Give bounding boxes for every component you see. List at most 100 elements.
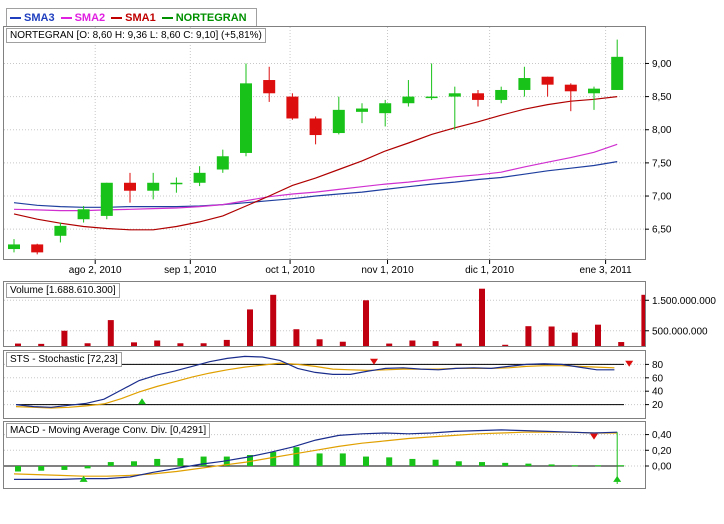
volume-bar bbox=[432, 341, 439, 346]
volume-panel: Volume [1.688.610.300] bbox=[3, 281, 646, 347]
candle-body bbox=[588, 88, 600, 94]
histogram-bar bbox=[15, 466, 21, 472]
macd-y-axis: 0,00 0,20 0,40 bbox=[645, 430, 672, 473]
candle-body bbox=[124, 182, 136, 191]
x-tick-label: nov 1, 2010 bbox=[361, 265, 414, 276]
candle-body bbox=[170, 182, 183, 185]
volume-bar bbox=[455, 343, 462, 346]
price-chart bbox=[4, 27, 645, 259]
histogram-bar bbox=[502, 462, 509, 466]
candle-body bbox=[356, 108, 368, 112]
signal-line bbox=[13, 431, 618, 477]
histogram-bar bbox=[525, 463, 532, 466]
volume-bar bbox=[15, 343, 21, 346]
y-tick-label: 8,00 bbox=[652, 125, 672, 136]
candle-body bbox=[8, 244, 20, 250]
volume-bar bbox=[525, 326, 532, 346]
candle-body bbox=[54, 225, 67, 236]
candle-body bbox=[518, 78, 531, 90]
candle-body bbox=[472, 93, 484, 100]
legend-swatch bbox=[60, 17, 72, 20]
candle-body bbox=[193, 172, 206, 183]
candle-body bbox=[147, 182, 160, 191]
histogram-bar bbox=[270, 451, 277, 466]
volume-bar bbox=[61, 330, 68, 346]
y-tick-label: 0,20 bbox=[652, 446, 672, 457]
legend-item: NORTEGRAN bbox=[161, 11, 247, 25]
legend-swatch bbox=[111, 17, 123, 20]
x-tick-label: oct 1, 2010 bbox=[265, 265, 315, 276]
macd-title: MACD - Moving Average Conv. Div. [0,4291… bbox=[6, 423, 211, 438]
histogram-bar bbox=[293, 447, 300, 466]
legend-item: SMA3 bbox=[10, 11, 55, 25]
histogram-bar bbox=[107, 462, 114, 466]
candle-body bbox=[448, 93, 461, 97]
candle-body bbox=[564, 84, 577, 92]
volume-title: Volume [1.688.610.300] bbox=[6, 283, 120, 298]
legend-label: SMA1 bbox=[125, 12, 156, 24]
histogram-bar bbox=[618, 465, 625, 467]
volume-bar bbox=[363, 300, 369, 346]
y-tick-label: 9,00 bbox=[652, 59, 672, 70]
y-tick-label: 40 bbox=[652, 387, 664, 398]
histogram-bar bbox=[38, 466, 45, 471]
price-panel: NORTEGRAN [O: 8,60 H: 9,36 L: 8,60 C: 9,… bbox=[3, 26, 646, 260]
y-tick-label: 60 bbox=[652, 373, 664, 384]
histogram-bar bbox=[548, 464, 555, 466]
candle-body bbox=[309, 118, 322, 136]
y-tick-label: 6,50 bbox=[652, 225, 672, 236]
volume-bar bbox=[247, 309, 253, 346]
histogram-bar bbox=[432, 459, 439, 466]
buy-signal-arrow bbox=[138, 398, 146, 405]
x-tick-label: sep 1, 2010 bbox=[164, 265, 217, 276]
histogram-bar bbox=[339, 453, 346, 466]
volume-bar bbox=[479, 288, 485, 346]
volume-bar bbox=[293, 329, 300, 346]
volume-bar bbox=[618, 342, 625, 346]
legend-swatch bbox=[161, 17, 173, 20]
date-axis: ago 2, 2010 sep 1, 2010 oct 1, 2010 nov 1, … bbox=[69, 260, 633, 276]
volume-bar bbox=[270, 294, 277, 346]
volume-bar bbox=[502, 344, 509, 346]
price-title: NORTEGRAN [O: 8,60 H: 9,36 L: 8,60 C: 9,… bbox=[6, 28, 266, 43]
volume-bar bbox=[386, 343, 393, 346]
candle-body bbox=[611, 56, 624, 90]
histogram-bar bbox=[363, 456, 369, 466]
stochastic-y-axis: 20 40 60 80 bbox=[645, 360, 664, 411]
sell-signal-arrow bbox=[625, 360, 634, 367]
legend-label: NORTEGRAN bbox=[175, 12, 247, 24]
volume-bar bbox=[200, 343, 207, 346]
candle-body bbox=[240, 83, 252, 153]
y-tick-label: 80 bbox=[652, 360, 664, 371]
histogram-bar bbox=[455, 461, 462, 466]
candle-body bbox=[425, 96, 438, 99]
y-tick-label: 7,00 bbox=[652, 192, 672, 203]
histogram-bar bbox=[316, 453, 323, 466]
candle-body bbox=[31, 244, 44, 253]
price-y-axis: 6,50 7,00 7,50 8,00 8,50 9,00 bbox=[645, 59, 672, 236]
candle-body bbox=[402, 96, 415, 104]
candle-body bbox=[286, 96, 299, 119]
volume-bar bbox=[177, 343, 184, 346]
sell-signal-arrow bbox=[590, 433, 598, 440]
volume-y-axis: 500.000.000 1.500.000.000 bbox=[645, 296, 716, 337]
candle-body bbox=[216, 156, 229, 170]
volume-bar bbox=[38, 343, 45, 346]
x-tick-label: ago 2, 2010 bbox=[69, 265, 122, 276]
legend: SMA3 SMA2 SMA1 NORTEGRAN bbox=[6, 8, 257, 27]
candle-body bbox=[100, 182, 113, 216]
histogram-bar bbox=[61, 466, 68, 470]
candle-body bbox=[541, 76, 554, 85]
stochastic-title: STS - Stochastic [72,23] bbox=[6, 352, 122, 367]
y-tick-label: 500.000.000 bbox=[652, 326, 708, 337]
x-tick-label: ene 3, 2011 bbox=[580, 265, 633, 276]
histogram-bar bbox=[154, 458, 161, 466]
macd-panel: MACD - Moving Average Conv. Div. [0,4291… bbox=[3, 421, 646, 489]
volume-bar bbox=[107, 320, 114, 346]
legend-item: SMA1 bbox=[111, 11, 156, 25]
legend-label: SMA3 bbox=[24, 12, 55, 24]
candle-body bbox=[77, 209, 90, 220]
volume-bar bbox=[154, 340, 161, 346]
stochastic-d-line bbox=[15, 362, 615, 409]
histogram-bar bbox=[84, 466, 91, 469]
